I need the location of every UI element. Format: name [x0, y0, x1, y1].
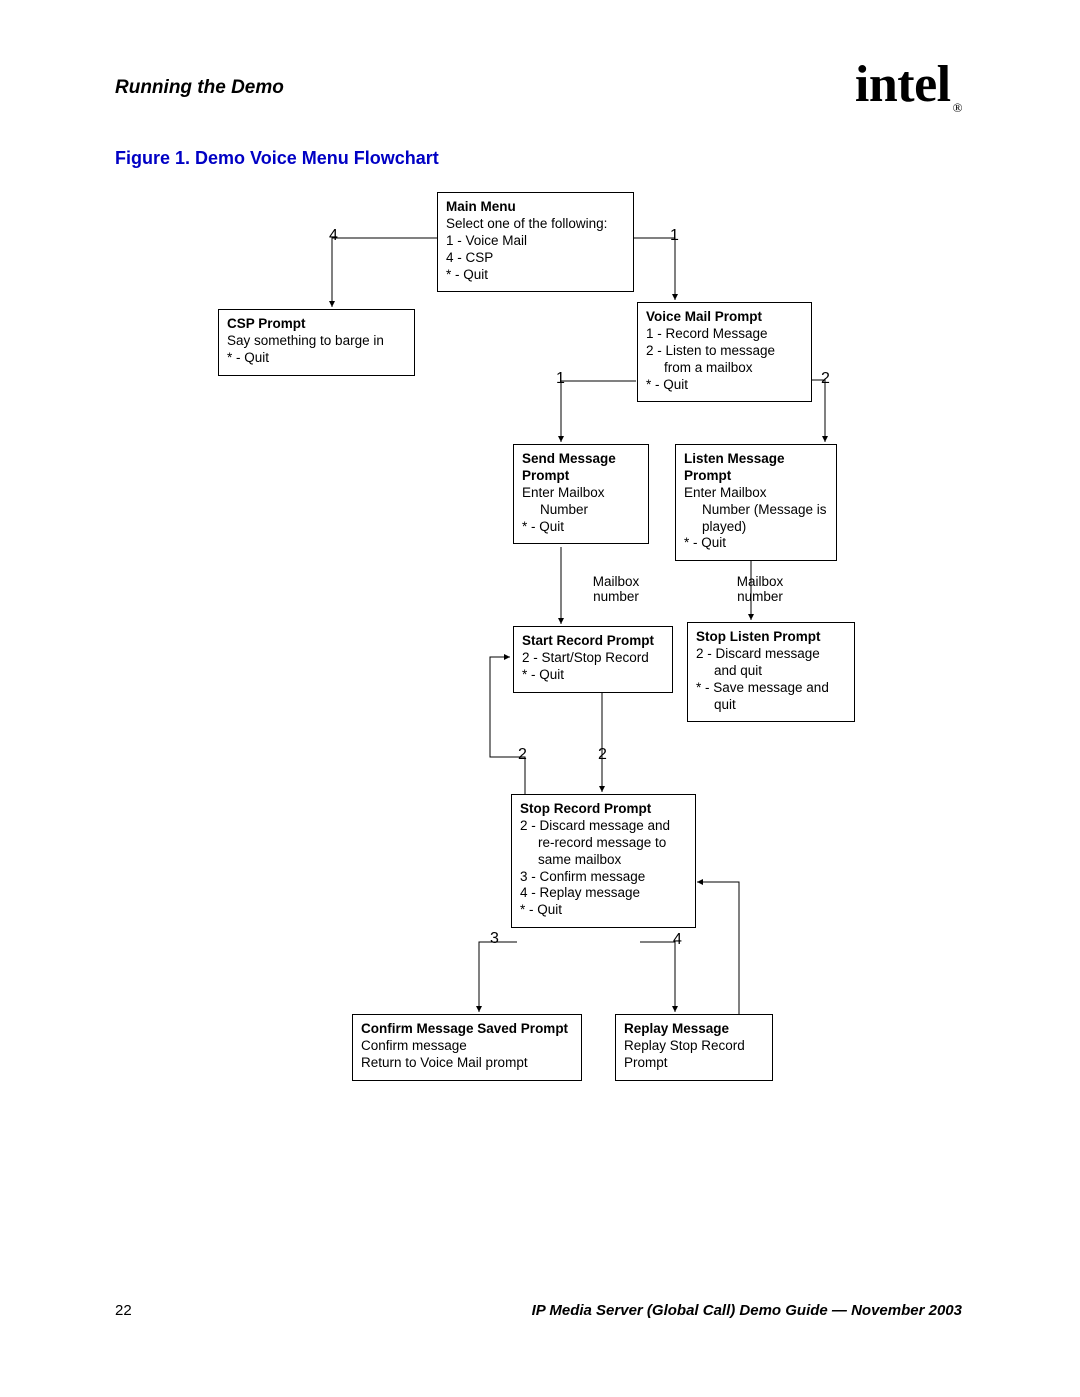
figure-title: Figure 1. Demo Voice Menu Flowchart	[115, 148, 439, 169]
flowchart-diagram: Main Menu Select one of the following: 1…	[115, 182, 850, 1122]
node-line: 1 - Record Message	[646, 326, 803, 343]
node-listen-message: Listen Message Prompt Enter Mailbox Numb…	[675, 444, 837, 561]
edge-label-1: 1	[670, 227, 679, 245]
footer-text: IP Media Server (Global Call) Demo Guide…	[532, 1302, 962, 1319]
edge-label-mailbox: Mailbox number	[581, 574, 651, 604]
node-line: Replay Stop Record Prompt	[624, 1038, 764, 1072]
node-line: * - Quit	[684, 535, 828, 552]
node-line: Enter Mailbox	[522, 485, 640, 502]
node-title: Stop Listen Prompt	[696, 629, 821, 644]
edge-label-4: 4	[329, 227, 338, 245]
node-line: 2 - Start/Stop Record	[522, 650, 664, 667]
edge-label-2: 2	[518, 746, 527, 764]
node-line: * - Quit	[522, 519, 640, 536]
edge-label-2: 2	[821, 370, 830, 388]
node-line: Say something to barge in	[227, 333, 406, 350]
node-line: re-record message to same mailbox	[520, 835, 687, 869]
node-title: Stop Record Prompt	[520, 801, 651, 816]
edge-label-1: 1	[556, 370, 565, 388]
node-line: Number	[522, 502, 640, 519]
node-stop-listen: Stop Listen Prompt 2 - Discard message a…	[687, 622, 855, 722]
node-line: * - Quit	[522, 667, 664, 684]
node-title: Replay Message	[624, 1021, 729, 1036]
node-csp-prompt: CSP Prompt Say something to barge in * -…	[218, 309, 415, 376]
node-title: CSP Prompt	[227, 316, 306, 331]
node-line: 2 - Discard message	[696, 646, 846, 663]
node-line: 2 - Listen to message	[646, 343, 803, 360]
node-line: 1 - Voice Mail	[446, 233, 625, 250]
page-number: 22	[115, 1302, 132, 1319]
node-stop-record: Stop Record Prompt 2 - Discard message a…	[511, 794, 696, 928]
edge-label-4: 4	[673, 931, 682, 949]
node-line: 2 - Discard message and	[520, 818, 687, 835]
section-header: Running the Demo	[115, 77, 284, 99]
node-line: 4 - Replay message	[520, 885, 687, 902]
brand-logo: intel®	[855, 55, 962, 116]
node-line: * - Quit	[227, 350, 406, 367]
node-send-message: Send Message Prompt Enter Mailbox Number…	[513, 444, 649, 544]
edge-label-mailbox: Mailbox number	[725, 574, 795, 604]
node-title: Main Menu	[446, 199, 516, 214]
node-title: Voice Mail Prompt	[646, 309, 762, 324]
node-start-record: Start Record Prompt 2 - Start/Stop Recor…	[513, 626, 673, 693]
node-main-menu: Main Menu Select one of the following: 1…	[437, 192, 634, 292]
node-line: * - Save message and	[696, 680, 846, 697]
reg-mark: ®	[953, 100, 962, 115]
node-line: * - Quit	[646, 377, 803, 394]
node-voice-mail-prompt: Voice Mail Prompt 1 - Record Message 2 -…	[637, 302, 812, 402]
node-replay-message: Replay Message Replay Stop Record Prompt	[615, 1014, 773, 1081]
node-line: Confirm message	[361, 1038, 573, 1055]
node-title: Listen Message Prompt	[684, 451, 785, 483]
node-confirm-saved: Confirm Message Saved Prompt Confirm mes…	[352, 1014, 582, 1081]
node-line: Number (Message is played)	[684, 502, 828, 536]
node-line: Select one of the following:	[446, 216, 625, 233]
node-line: Return to Voice Mail prompt	[361, 1055, 573, 1072]
node-title: Confirm Message Saved Prompt	[361, 1021, 568, 1036]
brand-text: intel	[855, 56, 951, 113]
edge-label-3: 3	[490, 930, 499, 948]
node-line: 3 - Confirm message	[520, 869, 687, 886]
node-line: Enter Mailbox	[684, 485, 828, 502]
node-line: * - Quit	[446, 267, 625, 284]
edge-label-2: 2	[598, 746, 607, 764]
node-line: 4 - CSP	[446, 250, 625, 267]
node-line: from a mailbox	[646, 360, 803, 377]
node-line: quit	[696, 697, 846, 714]
node-title: Start Record Prompt	[522, 633, 654, 648]
node-line: and quit	[696, 663, 846, 680]
node-line: * - Quit	[520, 902, 687, 919]
node-title: Send Message Prompt	[522, 451, 616, 483]
